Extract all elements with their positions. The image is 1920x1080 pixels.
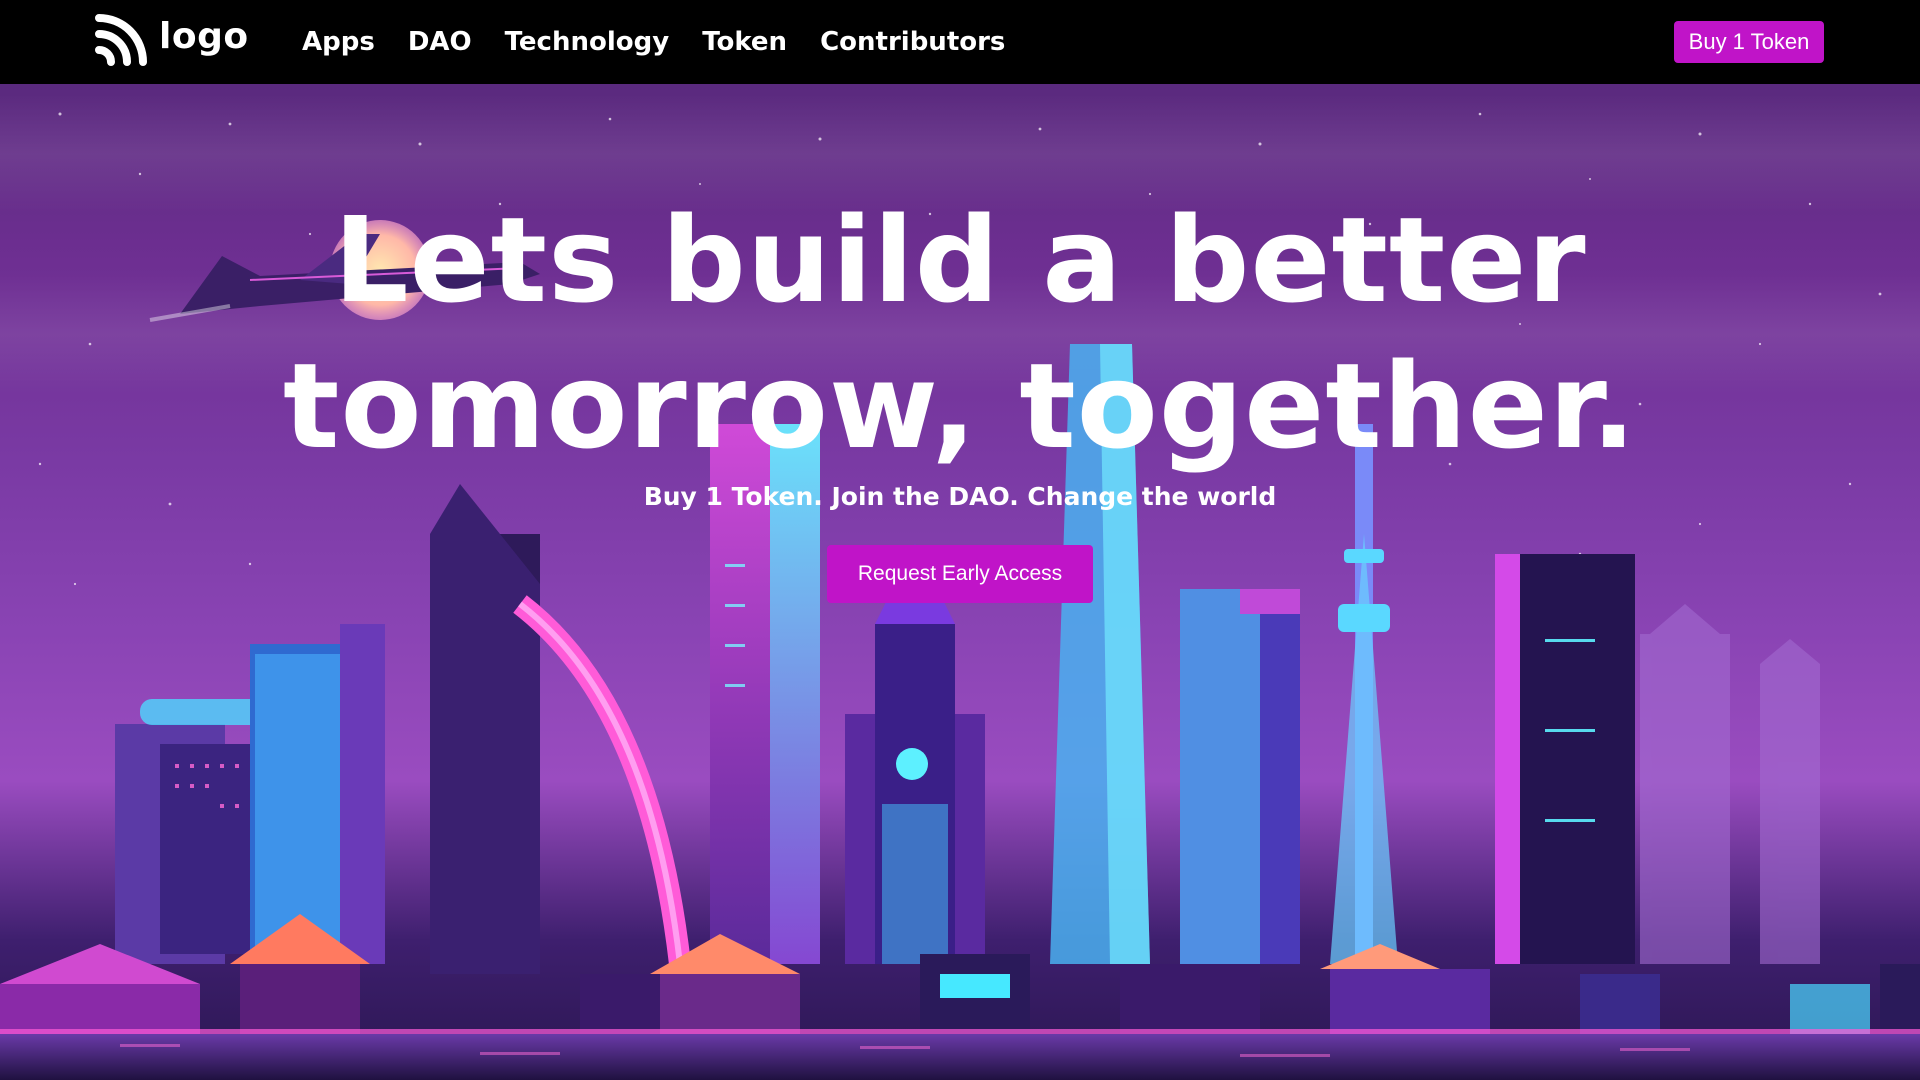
nav-link-dao[interactable]: DAO: [408, 22, 472, 62]
hero-subheadline: Buy 1 Token. Join the DAO. Change the wo…: [643, 482, 1277, 511]
top-navbar: logo Apps DAO Technology Token Contribut…: [0, 0, 1920, 84]
logo-text: logo: [159, 15, 249, 57]
hero-headline: Lets build a better tomorrow, together.: [0, 187, 1920, 479]
request-early-access-button[interactable]: Request Early Access: [827, 545, 1093, 603]
nav-link-token[interactable]: Token: [702, 22, 787, 62]
hero-headline-line1: Lets build a better: [333, 191, 1587, 329]
hero-section: Lets build a better tomorrow, together. …: [0, 84, 1920, 1080]
main-nav: Apps DAO Technology Token Contributors: [302, 22, 1038, 62]
hero-headline-line2: tomorrow, together.: [283, 337, 1637, 475]
nav-link-contributors[interactable]: Contributors: [820, 22, 1005, 62]
rss-feed-icon: [95, 14, 147, 66]
buy-token-button[interactable]: Buy 1 Token: [1674, 21, 1824, 63]
nav-link-apps[interactable]: Apps: [302, 22, 375, 62]
nav-link-technology[interactable]: Technology: [505, 22, 670, 62]
logo[interactable]: logo: [95, 14, 249, 66]
